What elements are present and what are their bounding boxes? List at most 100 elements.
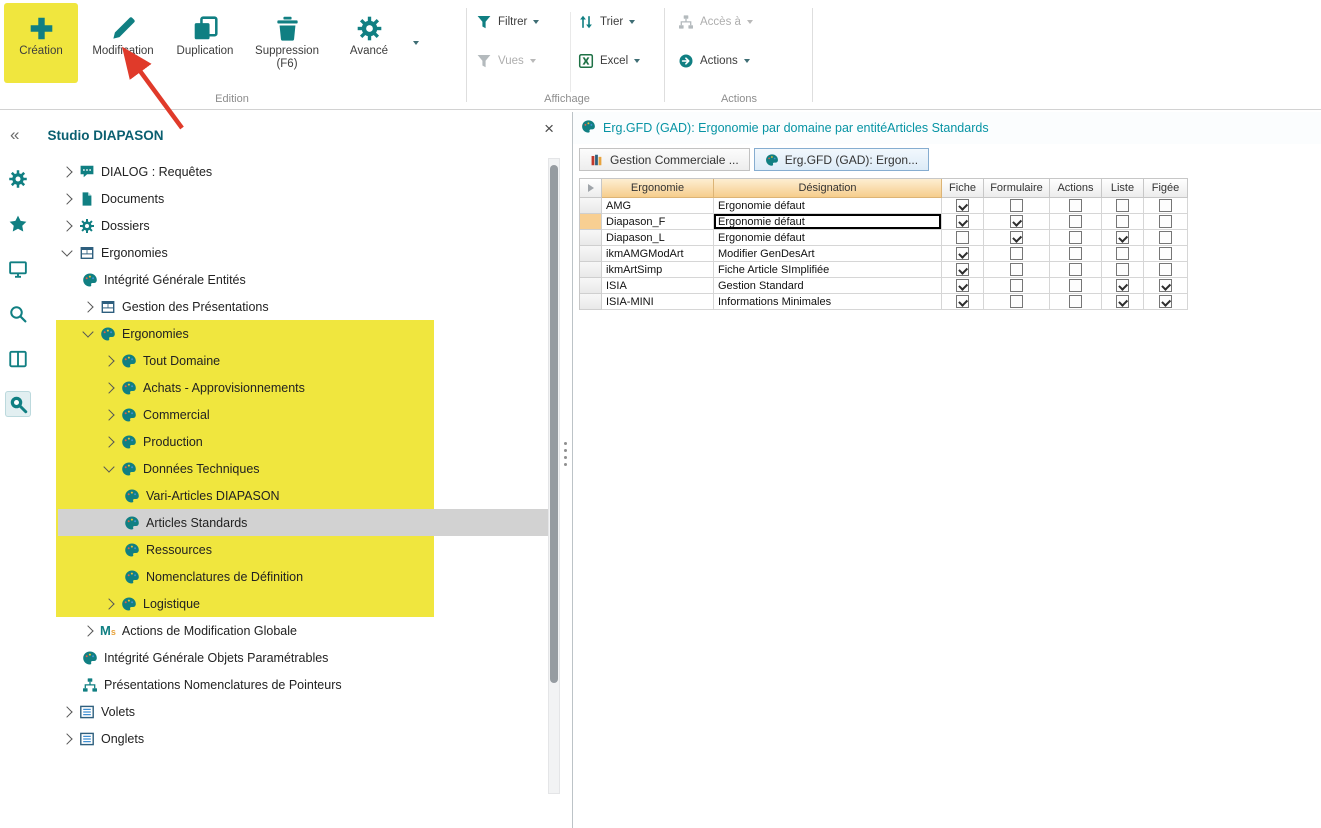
checkbox-checked-icon[interactable] xyxy=(1116,279,1129,292)
cell-formulaire[interactable] xyxy=(984,294,1050,310)
tree-item-vari-articles-diapason[interactable]: Vari-Articles DIAPASON xyxy=(58,482,548,509)
cell-actions[interactable] xyxy=(1050,278,1102,294)
tree-item-achats-approvisionnements[interactable]: Achats - Approvisionnements xyxy=(58,374,548,401)
column-header-formulaire[interactable]: Formulaire xyxy=(984,179,1050,198)
ribbon-button-avanc[interactable]: Avancé xyxy=(332,3,406,83)
star-icon[interactable] xyxy=(5,211,31,237)
chevron-right-icon[interactable] xyxy=(82,301,93,312)
cell-ergonomie[interactable]: ikmAMGModArt xyxy=(602,246,714,262)
row-selector[interactable] xyxy=(580,214,602,230)
checkbox-unchecked-icon[interactable] xyxy=(1069,215,1082,228)
tree-item-int-grit-g-n-rale-objets-param-trables[interactable]: Intégrité Générale Objets Paramétrables xyxy=(58,644,548,671)
cell-ergonomie[interactable]: AMG xyxy=(602,198,714,214)
tree-item-documents[interactable]: Documents xyxy=(58,185,548,212)
cell-actions[interactable] xyxy=(1050,246,1102,262)
cell-formulaire[interactable] xyxy=(984,230,1050,246)
cell-designation[interactable]: Informations Minimales xyxy=(714,294,942,310)
checkbox-checked-icon[interactable] xyxy=(956,263,969,276)
row-selector[interactable] xyxy=(580,278,602,294)
checkbox-checked-icon[interactable] xyxy=(1116,231,1129,244)
chevron-right-icon[interactable] xyxy=(103,436,114,447)
checkbox-unchecked-icon[interactable] xyxy=(1116,247,1129,260)
ribbon-button-duplication[interactable]: Duplication xyxy=(168,3,242,83)
tree-item-onglets[interactable]: Onglets xyxy=(58,725,548,752)
column-header-d-signation[interactable]: Désignation xyxy=(714,179,942,198)
tree-item-logistique[interactable]: Logistique xyxy=(58,590,548,617)
checkbox-checked-icon[interactable] xyxy=(956,247,969,260)
checkbox-unchecked-icon[interactable] xyxy=(1159,199,1172,212)
ribbon-button-cr-ation[interactable]: Création xyxy=(4,3,78,83)
cell-ergonomie[interactable]: ISIA xyxy=(602,278,714,294)
chevron-down-icon[interactable] xyxy=(103,461,114,472)
collapse-panel-icon[interactable]: « xyxy=(10,125,19,145)
ribbon-button-trier[interactable]: Trier xyxy=(578,10,640,34)
chevron-right-icon[interactable] xyxy=(61,193,72,204)
search-icon[interactable] xyxy=(5,301,31,327)
cell-liste[interactable] xyxy=(1102,214,1144,230)
tree-item-gestion-des-pr-sentations[interactable]: Gestion des Présentations xyxy=(58,293,548,320)
chevron-down-icon[interactable] xyxy=(61,245,72,256)
dropdown-arrow-icon[interactable] xyxy=(747,20,753,24)
checkbox-unchecked-icon[interactable] xyxy=(1069,199,1082,212)
columns-icon[interactable] xyxy=(5,346,31,372)
cell-designation[interactable]: Gestion Standard xyxy=(714,278,942,294)
tree-item-articles-standards[interactable]: Articles Standards xyxy=(58,509,548,536)
cell-fiche[interactable] xyxy=(942,262,984,278)
chevron-right-icon[interactable] xyxy=(61,220,72,231)
cell-actions[interactable] xyxy=(1050,294,1102,310)
cell-designation[interactable]: Ergonomie défaut xyxy=(714,230,942,246)
dropdown-arrow-icon[interactable] xyxy=(629,20,635,24)
dropdown-arrow-icon[interactable] xyxy=(530,59,536,63)
cell-liste[interactable] xyxy=(1102,262,1144,278)
chevron-right-icon[interactable] xyxy=(61,706,72,717)
tree-item-commercial[interactable]: Commercial xyxy=(58,401,548,428)
cell-formulaire[interactable] xyxy=(984,262,1050,278)
cell-fig-e[interactable] xyxy=(1144,246,1188,262)
cell-ergonomie[interactable]: ikmArtSimp xyxy=(602,262,714,278)
cell-formulaire[interactable] xyxy=(984,198,1050,214)
tree-item-tout-domaine[interactable]: Tout Domaine xyxy=(58,347,548,374)
cell-fig-e[interactable] xyxy=(1144,294,1188,310)
checkbox-checked-icon[interactable] xyxy=(1116,295,1129,308)
cell-fig-e[interactable] xyxy=(1144,198,1188,214)
checkbox-unchecked-icon[interactable] xyxy=(1159,215,1172,228)
tab-erg-gfd-gad-ergon[interactable]: Erg.GFD (GAD): Ergon... xyxy=(754,148,929,171)
dropdown-arrow-icon[interactable] xyxy=(533,20,539,24)
ribbon-button-acc-s[interactable]: Accès à xyxy=(678,10,753,34)
cell-formulaire[interactable] xyxy=(984,278,1050,294)
dropdown-arrow-icon[interactable] xyxy=(413,41,419,45)
cell-fig-e[interactable] xyxy=(1144,230,1188,246)
cell-ergonomie[interactable]: ISIA-MINI xyxy=(602,294,714,310)
monitor-icon[interactable] xyxy=(5,256,31,282)
select-all-corner[interactable] xyxy=(580,179,602,198)
cell-formulaire[interactable] xyxy=(984,246,1050,262)
ribbon-button-modification[interactable]: Modification xyxy=(86,3,160,83)
cell-liste[interactable] xyxy=(1102,246,1144,262)
checkbox-unchecked-icon[interactable] xyxy=(1159,231,1172,244)
checkbox-unchecked-icon[interactable] xyxy=(1116,199,1129,212)
checkbox-checked-icon[interactable] xyxy=(1010,231,1023,244)
cell-fig-e[interactable] xyxy=(1144,262,1188,278)
cell-designation[interactable]: Ergonomie défaut xyxy=(714,198,942,214)
cell-actions[interactable] xyxy=(1050,262,1102,278)
tree-item-ressources[interactable]: Ressources xyxy=(58,536,548,563)
column-header-fiche[interactable]: Fiche xyxy=(942,179,984,198)
cell-fig-e[interactable] xyxy=(1144,214,1188,230)
gear-icon[interactable] xyxy=(5,166,31,192)
zoom-icon[interactable] xyxy=(5,391,31,417)
tree-item-pr-sentations-nomenclatures-de-pointeurs[interactable]: Présentations Nomenclatures de Pointeurs xyxy=(58,671,548,698)
dropdown-arrow-icon[interactable] xyxy=(634,59,640,63)
close-panel-icon[interactable]: × xyxy=(544,120,554,137)
checkbox-checked-icon[interactable] xyxy=(956,215,969,228)
chevron-right-icon[interactable] xyxy=(103,409,114,420)
cell-fiche[interactable] xyxy=(942,198,984,214)
column-header-actions[interactable]: Actions xyxy=(1050,179,1102,198)
cell-fig-e[interactable] xyxy=(1144,278,1188,294)
chevron-right-icon[interactable] xyxy=(103,355,114,366)
ribbon-button-suppression[interactable]: Suppression(F6) xyxy=(250,3,324,83)
checkbox-checked-icon[interactable] xyxy=(956,199,969,212)
checkbox-checked-icon[interactable] xyxy=(1010,215,1023,228)
panel-splitter[interactable] xyxy=(560,112,572,828)
ribbon-button-actions[interactable]: Actions xyxy=(678,49,753,73)
cell-fiche[interactable] xyxy=(942,294,984,310)
